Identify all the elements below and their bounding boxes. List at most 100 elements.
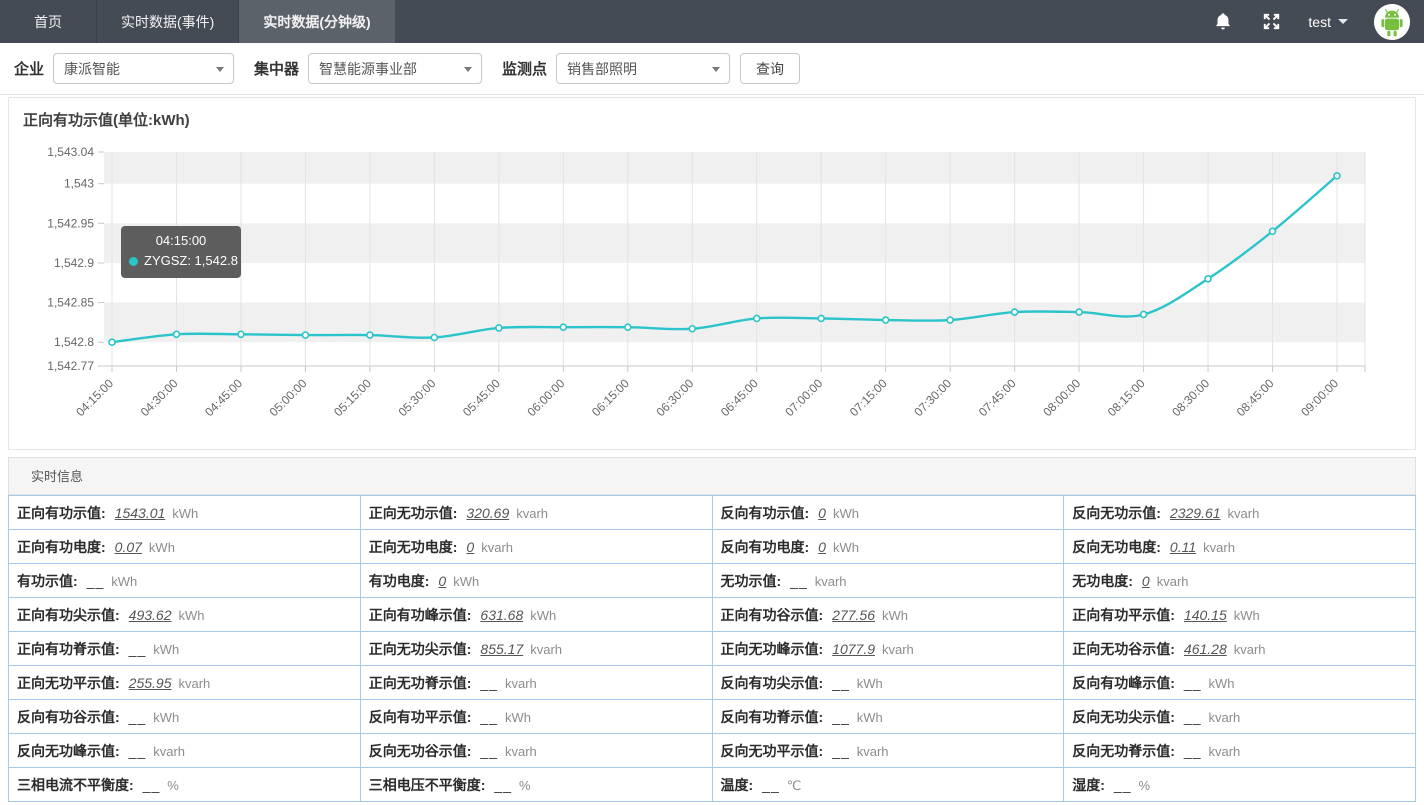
table-row: 有功示值:__kWh有功电度:0kWh无功示值:__kvarh无功电度:0kva… <box>9 564 1416 598</box>
metric-value: __ <box>832 675 850 691</box>
metric-label: 反向无功示值: <box>1072 505 1161 521</box>
metric-cell: 反向无功峰示值:__kvarh <box>9 734 361 768</box>
metric-value: __ <box>790 573 808 589</box>
metric-cell: 正向无功脊示值:__kvarh <box>360 666 712 700</box>
table-row: 正向无功平示值:255.95kvarh正向无功脊示值:__kvarh反向有功尖示… <box>9 666 1416 700</box>
metric-cell: 反向有功电度:0kWh <box>712 530 1064 564</box>
svg-text:04:45:00: 04:45:00 <box>202 376 245 419</box>
metric-cell: 反向有功示值:0kWh <box>712 496 1064 530</box>
concentrator-select-value: 智慧能源事业部 <box>319 59 417 79</box>
top-navbar: 首页 实时数据(事件) 实时数据(分钟级) test <box>0 0 1424 43</box>
metric-label: 正向有功尖示值: <box>17 607 120 623</box>
metric-value: __ <box>762 777 780 793</box>
metric-label: 三相电压不平衡度: <box>369 777 486 793</box>
metric-label: 正向有功峰示值: <box>369 607 472 623</box>
metric-unit: kvarh <box>1234 642 1266 657</box>
chart-title: 正向有功示值(单位:kWh) <box>9 98 1415 130</box>
metric-label: 正向有功脊示值: <box>17 641 120 657</box>
metric-label: 反向无功谷示值: <box>369 743 472 759</box>
metric-value[interactable]: 255.95 <box>129 675 172 691</box>
metric-label: 反向有功示值: <box>721 505 810 521</box>
metric-cell: 反向无功脊示值:__kvarh <box>1064 734 1416 768</box>
svg-text:08:00:00: 08:00:00 <box>1040 376 1083 419</box>
metric-label: 正向有功谷示值: <box>721 607 824 623</box>
metric-cell: 温度:__℃ <box>712 768 1064 802</box>
nav-tabs: 首页 实时数据(事件) 实时数据(分钟级) <box>0 0 395 43</box>
metric-value[interactable]: 1077.9 <box>832 641 875 657</box>
nav-tab-realtime-events[interactable]: 实时数据(事件) <box>96 0 238 43</box>
metric-unit: kvarh <box>882 642 914 657</box>
metric-value[interactable]: 493.62 <box>129 607 172 623</box>
metric-value[interactable]: 0 <box>438 573 446 589</box>
metric-unit: kvarh <box>153 744 185 759</box>
svg-text:04:15:00: 04:15:00 <box>73 376 116 419</box>
concentrator-label: 集中器 <box>254 58 299 79</box>
svg-text:05:00:00: 05:00:00 <box>267 376 310 419</box>
metric-value: __ <box>143 777 161 793</box>
svg-text:1,543: 1,543 <box>64 177 94 191</box>
line-chart[interactable]: 1,543.041,5431,542.951,542.91,542.851,54… <box>9 144 1415 430</box>
metric-value: __ <box>1184 675 1202 691</box>
bell-icon[interactable] <box>1212 11 1234 33</box>
metric-unit: kWh <box>453 574 479 589</box>
realtime-table-body: 正向有功示值:1543.01kWh正向无功示值:320.69kvarh反向有功示… <box>9 496 1416 802</box>
enterprise-select[interactable]: 康派智能 <box>53 53 234 84</box>
svg-text:05:45:00: 05:45:00 <box>460 376 503 419</box>
metric-label: 反向无功脊示值: <box>1072 743 1175 759</box>
fullscreen-icon[interactable] <box>1260 11 1282 33</box>
metric-cell: 三相电流不平衡度:__% <box>9 768 361 802</box>
metric-value[interactable]: 0.11 <box>1170 539 1196 555</box>
metric-value[interactable]: 631.68 <box>480 607 523 623</box>
metric-value[interactable]: 140.15 <box>1184 607 1227 623</box>
realtime-section-header: 实时信息 <box>8 457 1416 495</box>
nav-right: test <box>1212 0 1424 43</box>
svg-text:1,542.85: 1,542.85 <box>47 296 94 310</box>
metric-value[interactable]: 1543.01 <box>115 505 166 521</box>
metric-cell: 正向无功峰示值:1077.9kvarh <box>712 632 1064 666</box>
metric-label: 反向无功平示值: <box>721 743 824 759</box>
svg-text:08:45:00: 08:45:00 <box>1234 376 1277 419</box>
metric-value[interactable]: 0 <box>818 539 826 555</box>
metric-value[interactable]: 855.17 <box>480 641 523 657</box>
metric-cell: 无功电度:0kvarh <box>1064 564 1416 598</box>
metric-value: __ <box>832 709 850 725</box>
metric-cell: 反向无功电度:0.11kvarh <box>1064 530 1416 564</box>
concentrator-select[interactable]: 智慧能源事业部 <box>308 53 482 84</box>
metric-label: 反向无功电度: <box>1072 539 1161 555</box>
query-button[interactable]: 查询 <box>740 53 800 84</box>
metric-value[interactable]: 461.28 <box>1184 641 1227 657</box>
metric-cell: 正向有功示值:1543.01kWh <box>9 496 361 530</box>
metric-value: __ <box>129 641 147 657</box>
metric-cell: 反向无功示值:2329.61kvarh <box>1064 496 1416 530</box>
metric-label: 有功示值: <box>17 573 78 589</box>
svg-text:08:30:00: 08:30:00 <box>1169 376 1212 419</box>
metric-label: 反向有功平示值: <box>369 709 472 725</box>
nav-tab-realtime-minute[interactable]: 实时数据(分钟级) <box>238 0 394 43</box>
svg-text:1,542.95: 1,542.95 <box>47 216 94 230</box>
user-menu[interactable]: test <box>1308 14 1348 30</box>
metric-value[interactable]: 277.56 <box>832 607 875 623</box>
metric-unit: kWh <box>153 710 179 725</box>
metric-unit: kWh <box>857 676 883 691</box>
metric-cell: 正向无功谷示值:461.28kvarh <box>1064 632 1416 666</box>
monitor-point-select[interactable]: 销售部照明 <box>556 53 730 84</box>
metric-value[interactable]: 0 <box>466 539 474 555</box>
nav-tab-home[interactable]: 首页 <box>0 0 96 43</box>
metric-value[interactable]: 2329.61 <box>1170 505 1221 521</box>
metric-label: 正向无功示值: <box>369 505 458 521</box>
svg-text:05:15:00: 05:15:00 <box>331 376 374 419</box>
metric-unit: kWh <box>172 506 198 521</box>
metric-unit: kvarh <box>1157 574 1189 589</box>
metric-cell: 正向有功峰示值:631.68kWh <box>360 598 712 632</box>
svg-text:07:30:00: 07:30:00 <box>911 376 954 419</box>
metric-cell: 无功示值:__kvarh <box>712 564 1064 598</box>
metric-value[interactable]: 320.69 <box>466 505 509 521</box>
metric-value[interactable]: 0.07 <box>115 539 142 555</box>
metric-value[interactable]: 0 <box>818 505 826 521</box>
metric-value[interactable]: 0 <box>1142 573 1150 589</box>
avatar[interactable] <box>1374 4 1410 40</box>
metric-unit: kvarh <box>505 676 537 691</box>
svg-text:05:30:00: 05:30:00 <box>396 376 439 419</box>
metric-label: 正向无功尖示值: <box>369 641 472 657</box>
metric-value: __ <box>480 743 498 759</box>
